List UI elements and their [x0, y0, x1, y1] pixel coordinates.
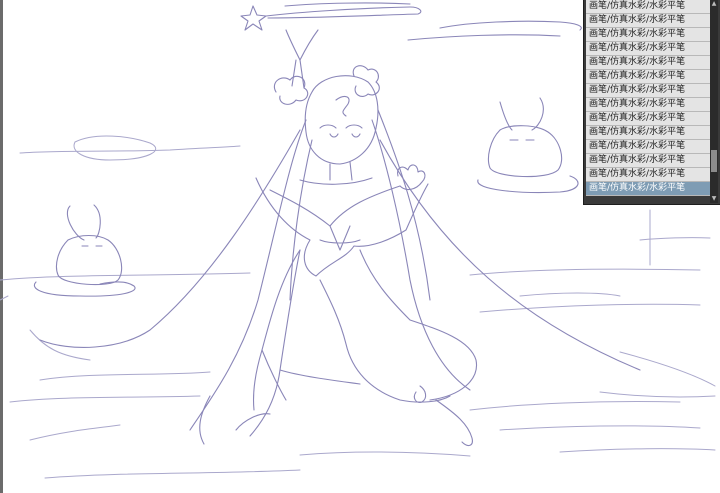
- history-item[interactable]: 画笔/仿真水彩/水彩平笔: [586, 84, 710, 98]
- history-item[interactable]: 画笔/仿真水彩/水彩平笔: [586, 70, 710, 84]
- history-scrollbar[interactable]: ▲ ▼: [710, 0, 718, 203]
- workspace: 画笔/仿真水彩/水彩平笔 画笔/仿真水彩/水彩平笔 画笔/仿真水彩/水彩平笔 画笔/仿…: [0, 0, 720, 493]
- history-item[interactable]: 画笔/仿真水彩/水彩平笔: [586, 168, 710, 182]
- top-decorations: [240, 2, 582, 41]
- history-item[interactable]: 画笔/仿真水彩/水彩平笔: [586, 42, 710, 56]
- scroll-down-arrow-icon[interactable]: ▼: [710, 195, 718, 203]
- history-item[interactable]: 画笔/仿真水彩/水彩平笔: [586, 112, 710, 126]
- history-panel: 画笔/仿真水彩/水彩平笔 画笔/仿真水彩/水彩平笔 画笔/仿真水彩/水彩平笔 画笔/仿…: [583, 0, 720, 205]
- rabbit-right: [477, 97, 579, 194]
- rabbit-left: [33, 204, 136, 297]
- history-list: 画笔/仿真水彩/水彩平笔 画笔/仿真水彩/水彩平笔 画笔/仿真水彩/水彩平笔 画笔/仿…: [586, 0, 710, 203]
- history-item[interactable]: 画笔/仿真水彩/水彩平笔: [586, 56, 710, 70]
- scroll-up-arrow-icon[interactable]: ▲: [710, 0, 718, 8]
- character-sketch: [39, 29, 641, 447]
- history-item[interactable]: 画笔/仿真水彩/水彩平笔: [586, 98, 710, 112]
- history-item[interactable]: 画笔/仿真水彩/水彩平笔: [586, 154, 710, 168]
- scroll-thumb[interactable]: [711, 150, 717, 172]
- history-item[interactable]: 画笔/仿真水彩/水彩平笔: [586, 28, 710, 42]
- history-item[interactable]: 画笔/仿真水彩/水彩平笔: [586, 140, 710, 154]
- history-item[interactable]: 画笔/仿真水彩/水彩平笔: [586, 0, 710, 14]
- history-item[interactable]: 画笔/仿真水彩/水彩平笔: [586, 14, 710, 28]
- history-item[interactable]: 画笔/仿真水彩/水彩平笔: [586, 182, 710, 196]
- history-item[interactable]: 画笔/仿真水彩/水彩平笔: [586, 126, 710, 140]
